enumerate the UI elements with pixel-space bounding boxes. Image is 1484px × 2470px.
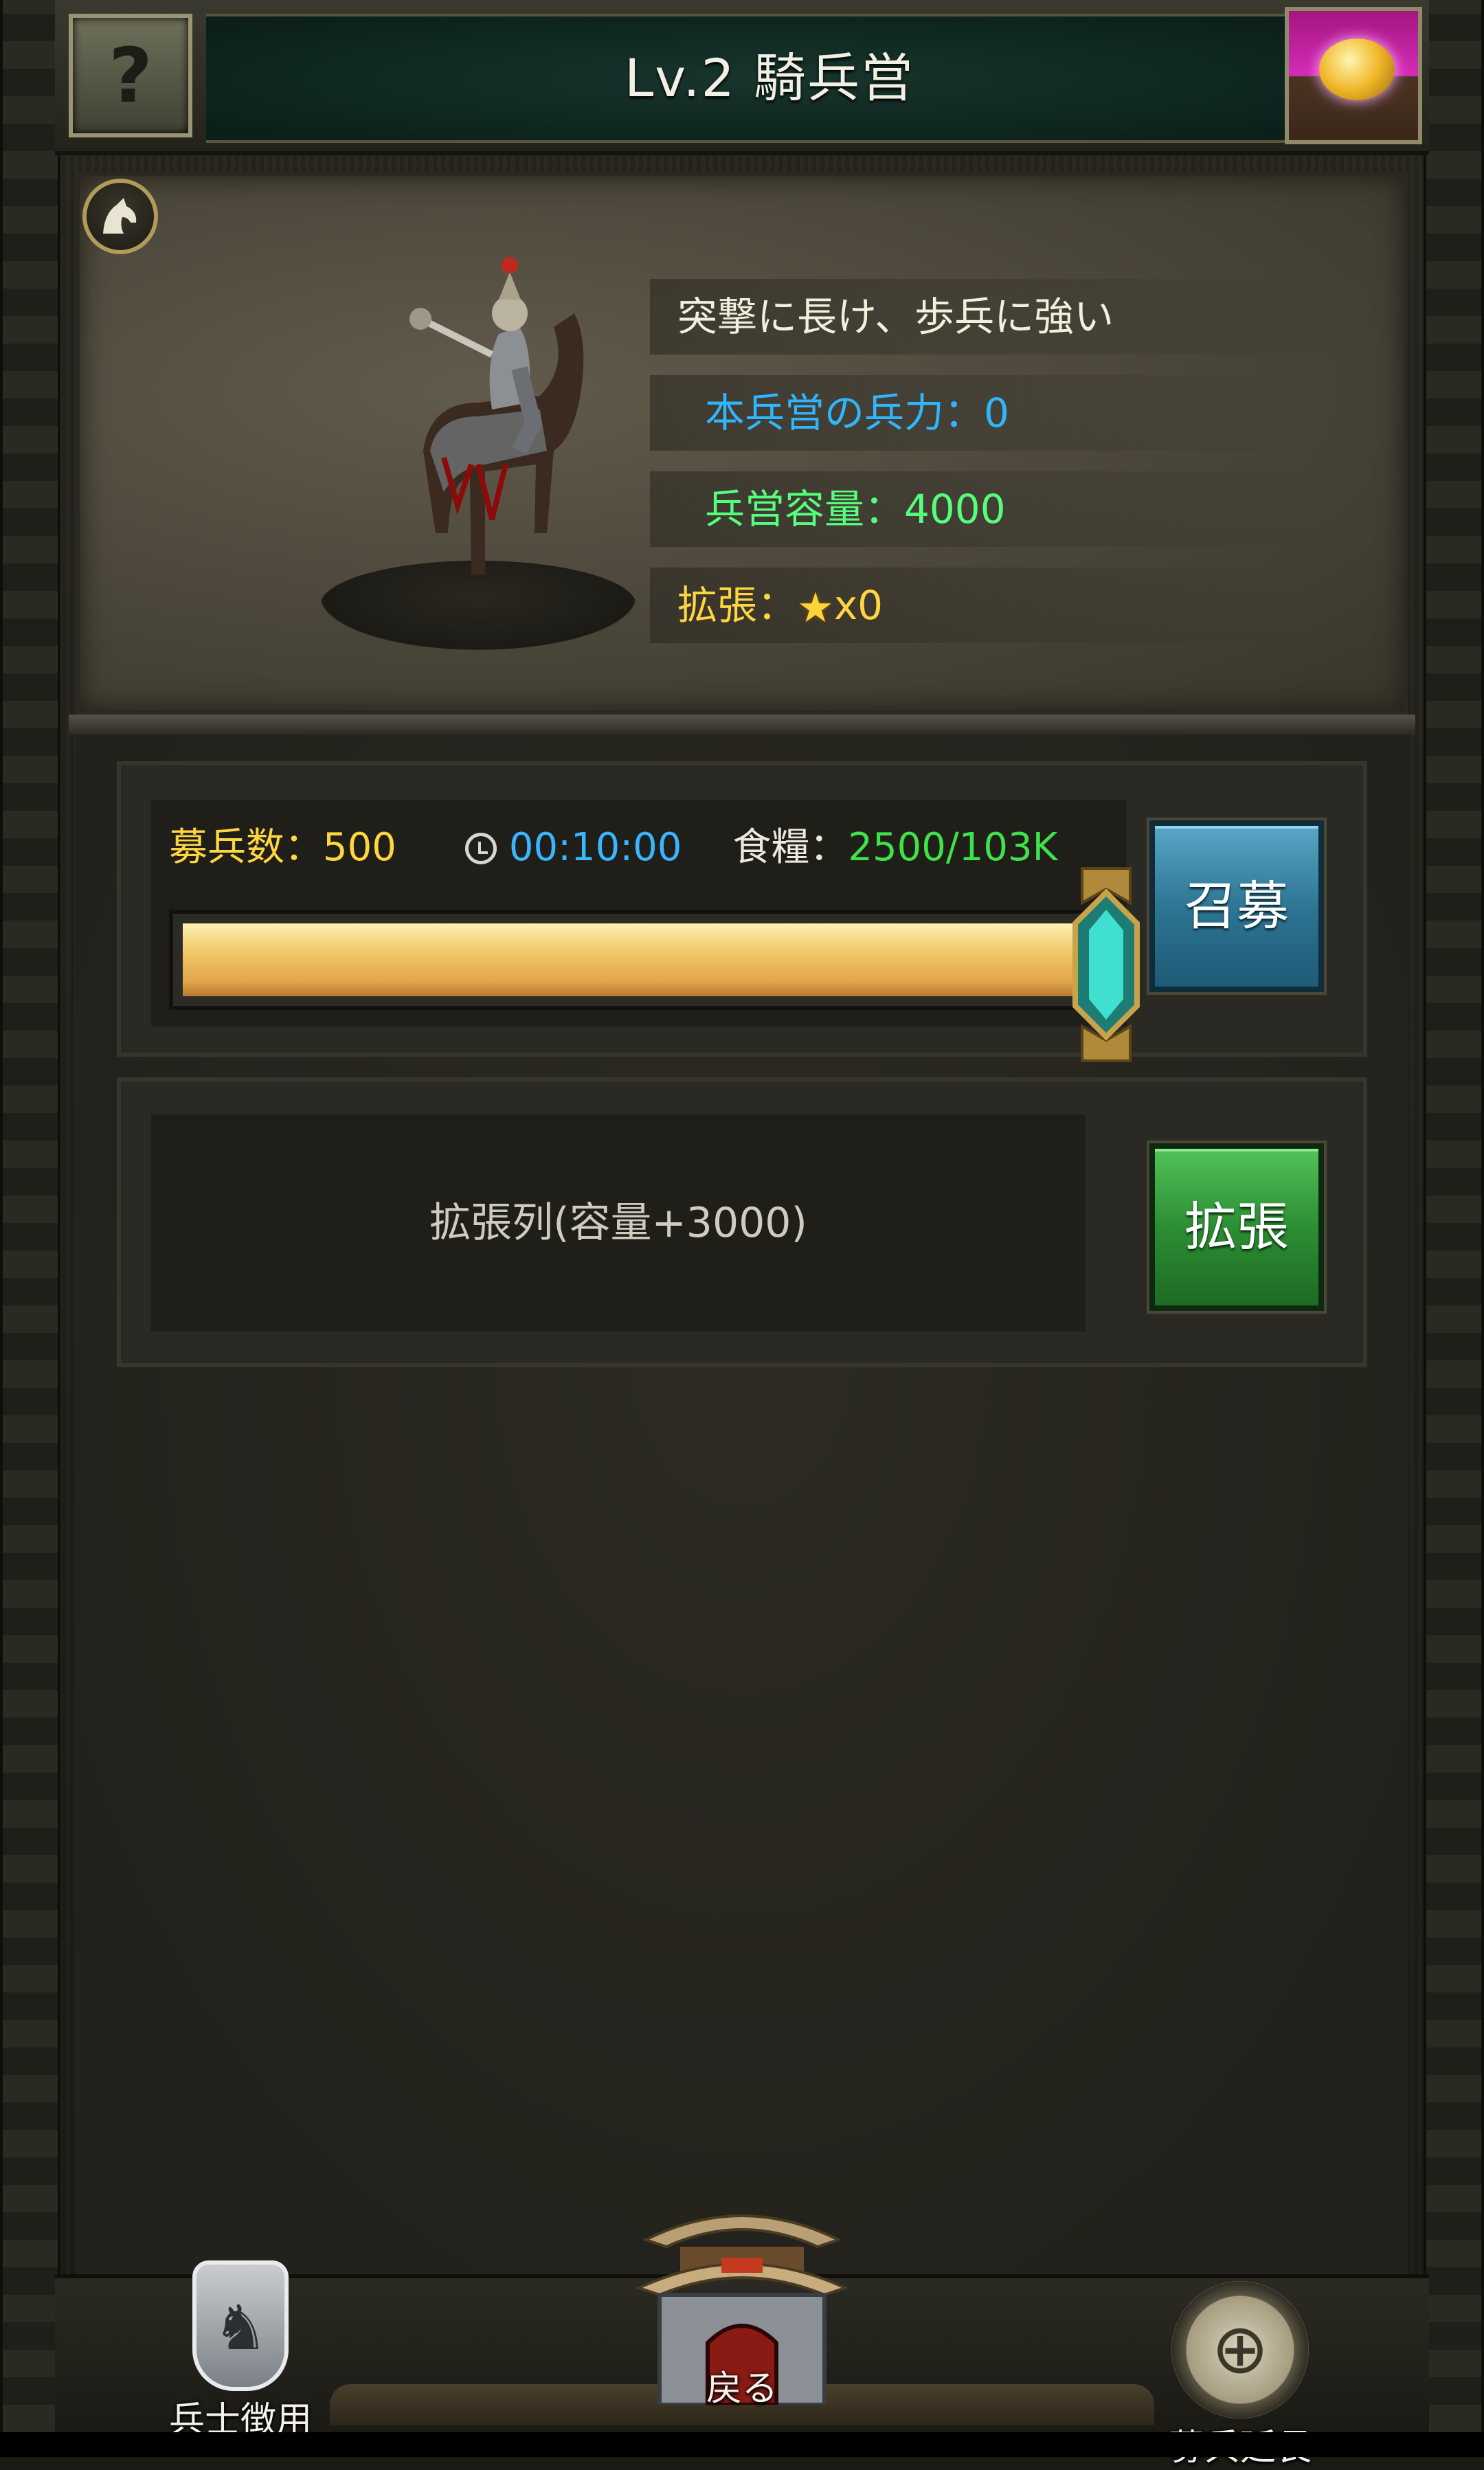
expand-queue-label: 拡張列(容量+3000) (429, 1199, 807, 1247)
panel-divider (69, 715, 1415, 735)
bottom-edge (0, 2432, 1484, 2457)
cavalry-unit-image (382, 245, 616, 632)
barracks-capacity: 兵営容量：4000 (650, 471, 1323, 547)
cavalry-icon (82, 179, 158, 254)
medal-icon (1171, 2281, 1309, 2418)
recruit-stats: 募兵数：500 00:10:00 食糧：2500/103K (169, 807, 1057, 889)
recruit-count: 募兵数：500 (169, 825, 396, 870)
recruit-panel: 募兵数：500 00:10:00 食糧：2500/103K 召募 (117, 761, 1367, 1062)
star-icon: ★ (797, 583, 834, 632)
recruit-slider[interactable] (169, 910, 1124, 1010)
barracks-troops: 本兵営の兵力：0 (650, 375, 1323, 451)
expansion-label: 拡張： (677, 582, 798, 629)
expand-button[interactable]: 拡張 (1149, 1143, 1324, 1311)
clock-icon (464, 833, 497, 864)
expansion-count: x0 (833, 582, 884, 629)
food-label: 食糧： (732, 825, 848, 870)
expand-inner: 拡張列(容量+3000) (151, 1114, 1086, 1332)
slider-fill (183, 923, 1083, 996)
header: ? Lv.2 騎兵営 (55, 0, 1429, 155)
question-mark-icon: ? (109, 32, 153, 120)
title-band: Lv.2 騎兵営 (206, 14, 1333, 143)
page-title: Lv.2 騎兵営 (624, 47, 915, 109)
recruit-button[interactable]: 召募 (1149, 820, 1324, 992)
soldier-conscription-button[interactable]: 兵士徴用 (158, 2260, 323, 2443)
food-value: 2500/103K (848, 825, 1058, 870)
reward-button[interactable] (1285, 7, 1422, 144)
back-button[interactable]: 戻る (618, 2199, 866, 2411)
unit-info-panel: 突撃に長け、歩兵に強い 本兵営の兵力：0 兵営容量：4000 拡張：★x0 (76, 172, 1408, 715)
shield-horse-icon (192, 2260, 289, 2391)
left-border (0, 0, 60, 2432)
expand-panel: 拡張列(容量+3000) 拡張 (117, 1077, 1367, 1367)
help-button[interactable]: ? (69, 14, 192, 137)
slider-handle[interactable] (1068, 862, 1144, 1068)
recruit-time: 00:10:00 (508, 825, 682, 870)
gold-bag-icon (1319, 38, 1395, 100)
expansion-status: 拡張：★x0 (650, 568, 1296, 643)
right-border (1424, 0, 1484, 2432)
unit-description: 突撃に長け、歩兵に強い (650, 279, 1351, 355)
